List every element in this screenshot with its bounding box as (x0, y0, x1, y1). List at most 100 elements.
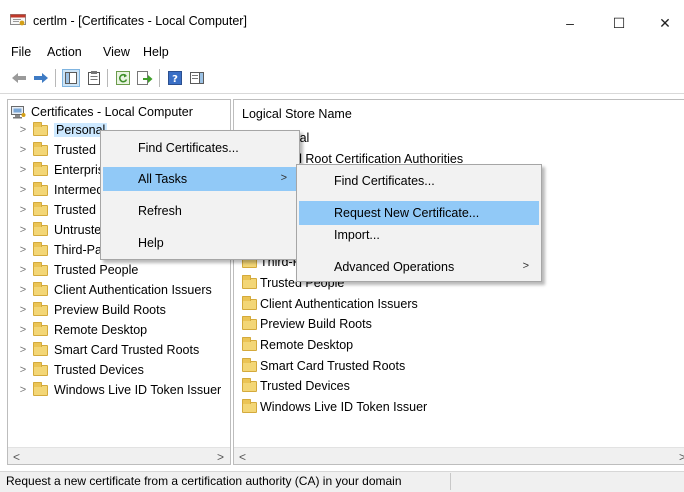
tree-item[interactable]: > Personal (18, 120, 108, 140)
folder-icon (33, 281, 48, 296)
folder-icon (33, 301, 48, 316)
list-item[interactable]: Trusted Devices (242, 376, 350, 396)
list-horizontal-scrollbar[interactable]: < > (234, 447, 684, 464)
list-item[interactable]: Client Authentication Issuers (242, 294, 418, 314)
list-item[interactable]: Smart Card Trusted Roots (242, 356, 405, 376)
folder-icon (33, 241, 48, 256)
tree-item[interactable]: > Client Authentication Issuers (18, 280, 212, 300)
list-item[interactable]: Remote Desktop (242, 335, 353, 355)
submenu-request-new-certificate-label: Request New Certificate... (334, 206, 480, 220)
tree-item[interactable]: > Remote Desktop (18, 320, 147, 340)
window-title: certlm - [Certificates - Local Computer] (33, 14, 247, 28)
minimize-button[interactable]: – (547, 8, 593, 38)
list-pane[interactable]: Logical Store Name PersonalTrusted Root … (233, 99, 684, 465)
tree-item[interactable]: > Smart Card Trusted Roots (18, 340, 199, 360)
expand-chevron-icon[interactable]: > (18, 344, 28, 356)
folder-icon (33, 381, 48, 396)
menu-action[interactable]: Action (47, 45, 82, 59)
toolbar-separator (107, 69, 108, 87)
help-icon[interactable]: ? (166, 69, 184, 87)
status-bar-divider (450, 473, 451, 490)
list-item[interactable]: Windows Live ID Token Issuer (242, 397, 427, 417)
folder-icon (242, 336, 257, 351)
tree-item[interactable]: > Trusted People (18, 260, 138, 280)
expand-chevron-icon[interactable]: > (18, 144, 28, 156)
list-item-label: Remote Desktop (260, 338, 354, 352)
list-item-label: Smart Card Trusted Roots (260, 359, 406, 373)
show-action-pane-icon[interactable] (188, 69, 206, 87)
list-item-label: Windows Live ID Token Issuer (260, 400, 428, 414)
expand-chevron-icon[interactable]: > (18, 324, 28, 336)
menu-view[interactable]: View (103, 45, 130, 59)
menu-file[interactable]: File (11, 45, 31, 59)
tree-root[interactable]: Certificates - Local Computer (11, 102, 193, 122)
context-menu-help-label: Help (138, 236, 164, 250)
context-menu: Find Certificates... All Tasks > Refresh… (100, 130, 300, 260)
scroll-left-button[interactable]: < (8, 448, 25, 464)
export-list-icon[interactable] (136, 69, 154, 87)
folder-icon (242, 295, 257, 310)
folder-icon (33, 261, 48, 276)
folder-icon (33, 141, 48, 156)
context-menu-all-tasks-label: All Tasks (138, 172, 188, 186)
tree-root-label: Certificates - Local Computer (31, 105, 193, 119)
scroll-right-button[interactable]: > (674, 448, 684, 464)
context-menu-help[interactable]: Help (103, 231, 297, 255)
tree-horizontal-scrollbar[interactable]: < > (8, 447, 230, 464)
scroll-left-button[interactable]: < (234, 448, 251, 464)
scroll-right-button[interactable]: > (212, 448, 229, 464)
submenu-find-certificates-label: Find Certificates... (334, 174, 435, 188)
tree-item[interactable]: > Windows Live ID Token Issuer (18, 380, 221, 400)
show-hide-tree-icon[interactable] (62, 69, 80, 87)
folder-icon (242, 377, 257, 392)
submenu-arrow-icon: > (522, 260, 529, 272)
list-item-label: Client Authentication Issuers (260, 297, 418, 311)
folder-icon (33, 201, 48, 216)
submenu-advanced-operations[interactable]: Advanced Operations > (299, 255, 539, 279)
submenu-find-certificates[interactable]: Find Certificates... (299, 169, 539, 193)
folder-icon (33, 181, 48, 196)
expand-chevron-icon[interactable]: > (18, 364, 28, 376)
expand-chevron-icon[interactable]: > (18, 244, 28, 256)
context-menu-find-certificates[interactable]: Find Certificates... (103, 136, 297, 160)
folder-icon (242, 398, 257, 413)
submenu-import[interactable]: Import... (299, 223, 539, 247)
list-item[interactable]: Preview Build Roots (242, 314, 372, 334)
context-menu-refresh-label: Refresh (138, 204, 182, 218)
submenu-request-new-certificate[interactable]: Request New Certificate... (299, 201, 539, 225)
toolbar-separator (159, 69, 160, 87)
list-item-label: Trusted Devices (260, 379, 350, 393)
tree-item-label: Trusted People (54, 263, 139, 277)
maximize-button[interactable]: ☐ (596, 8, 642, 38)
tree-item[interactable]: > Preview Build Roots (18, 300, 166, 320)
tree-item-label: Windows Live ID Token Issuer (54, 383, 222, 397)
expand-chevron-icon[interactable]: > (18, 264, 28, 276)
tree-item-label: Trusted Devices (54, 363, 144, 377)
folder-icon (33, 341, 48, 356)
submenu-arrow-icon: > (280, 172, 287, 184)
tree-item[interactable]: > Trusted Devices (18, 360, 144, 380)
folder-icon (242, 315, 257, 330)
certificate-app-icon (10, 14, 26, 27)
forward-icon[interactable] (32, 69, 50, 87)
expand-chevron-icon[interactable]: > (18, 204, 28, 216)
expand-chevron-icon[interactable]: > (18, 284, 28, 296)
expand-chevron-icon[interactable]: > (18, 164, 28, 176)
close-button[interactable]: ✕ (642, 8, 684, 38)
context-menu-refresh[interactable]: Refresh (103, 199, 297, 223)
back-icon[interactable] (10, 69, 28, 87)
context-menu-find-certificates-label: Find Certificates... (138, 141, 239, 155)
column-header-logical-store-name[interactable]: Logical Store Name (242, 106, 352, 122)
tree-item-label: Remote Desktop (54, 323, 148, 337)
menu-help[interactable]: Help (143, 45, 169, 59)
expand-chevron-icon[interactable]: > (18, 184, 28, 196)
expand-chevron-icon[interactable]: > (18, 224, 28, 236)
expand-chevron-icon[interactable]: > (18, 304, 28, 316)
folder-icon (33, 121, 48, 136)
list-item-label: Preview Build Roots (260, 317, 372, 331)
expand-chevron-icon[interactable]: > (18, 384, 28, 396)
expand-chevron-icon[interactable]: > (18, 124, 28, 136)
context-menu-all-tasks[interactable]: All Tasks > (103, 167, 297, 191)
properties-icon[interactable] (85, 69, 103, 87)
refresh-icon[interactable] (114, 69, 132, 87)
